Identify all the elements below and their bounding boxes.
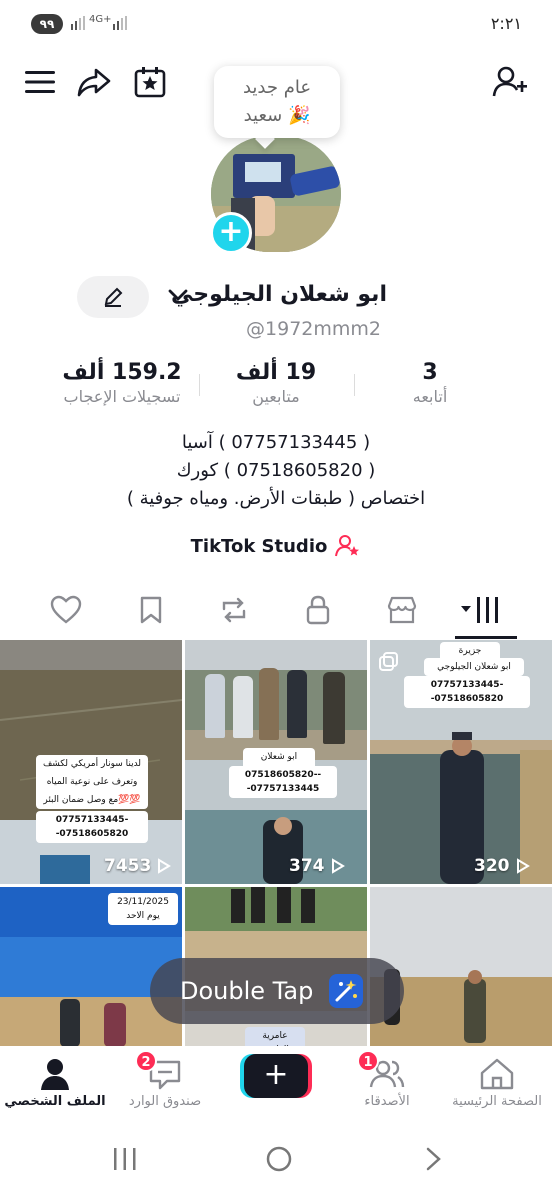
back-icon[interactable] [424, 1146, 444, 1172]
double-tap-label: Double Tap [180, 977, 314, 1005]
video-caption: عامرية الفلوجة [245, 1027, 305, 1047]
add-avatar-button[interactable]: + [210, 212, 252, 254]
followers-count: 19 ألف [235, 360, 317, 385]
nav-home-label: الصفحة الرئيسية [452, 1094, 542, 1109]
active-tab-indicator [455, 636, 517, 639]
battery-indicator: ٩٩ [31, 14, 63, 34]
create-button[interactable]: + [244, 1054, 308, 1098]
magic-wand-icon [329, 974, 364, 1008]
stat-divider [199, 374, 200, 396]
play-icon [331, 858, 345, 874]
likes-count: 159.2 ألف [62, 360, 182, 385]
display-name[interactable]: ابو شعلان الجيلوجي [171, 282, 387, 307]
play-icon [158, 858, 172, 874]
double-tap-toast: Double Tap [150, 958, 404, 1024]
bio-line: ( 07757133445 ) آسيا [181, 432, 371, 453]
bio-line: ( 07518605820 ) كورك [176, 460, 376, 481]
following-stat[interactable]: 3 أتابعه [355, 360, 505, 406]
calendar-star-icon[interactable] [132, 64, 168, 100]
video-caption: 23/11/2025 يوم الاحد [108, 893, 178, 925]
username-handle: @1972mmm2 [246, 318, 381, 340]
new-year-bubble: عام جديد سعيد 🎉 [214, 66, 340, 138]
likes-label: تسجيلات الإعجاب [63, 387, 181, 406]
menu-icon[interactable] [22, 64, 58, 100]
reposts-tab-repost-icon[interactable] [214, 590, 254, 630]
signal-icon [70, 16, 86, 33]
view-count: 320 [474, 856, 530, 876]
tiktok-studio-link[interactable]: TikTok Studio [0, 534, 552, 558]
followers-label: متابعين [252, 387, 300, 406]
video-thumbnail[interactable]: جزيرة سامراء ابو شعلان الجيلوجي 07757133… [370, 640, 552, 884]
view-count: 374 [289, 856, 345, 876]
nav-profile-label: الملف الشخصي [4, 1094, 106, 1109]
network-type-label: 4G+ [89, 14, 112, 25]
signal-icon-2 [112, 16, 128, 33]
friends-badge: 1 [357, 1050, 379, 1072]
person-figure [205, 674, 225, 738]
view-count-value: 7453 [104, 856, 152, 876]
view-count: 7453 [104, 856, 172, 876]
video-thumbnail[interactable]: ابو شعلان الجيلوجي 07518605820---0775713… [185, 640, 367, 884]
system-navigation-bar [0, 1130, 552, 1196]
nav-profile[interactable]: الملف الشخصي [0, 1054, 110, 1109]
nav-friends[interactable]: الأصدقاء [332, 1054, 442, 1109]
edit-profile-button[interactable] [77, 276, 149, 318]
inbox-badge: 2 [135, 1050, 157, 1072]
stat-divider [354, 374, 355, 396]
person-figure [259, 668, 279, 740]
home-icon [480, 1058, 514, 1090]
creator-star-icon [335, 535, 360, 557]
person-figure [287, 670, 307, 738]
view-count-value: 374 [289, 856, 325, 876]
video-thumbnail[interactable]: لدينا سونار أمريكي لكشف المياه الجوفية و… [0, 640, 182, 884]
shop-tab-store-icon[interactable] [382, 590, 422, 630]
play-icon [516, 858, 530, 874]
nav-inbox[interactable]: صندوق الوارد [110, 1054, 220, 1109]
video-caption: ابو شعلان الجيلوجي [424, 658, 524, 676]
private-tab-lock-icon[interactable] [298, 590, 338, 630]
videos-tab-grid-icon[interactable] [458, 590, 506, 630]
nav-inbox-label: صندوق الوارد [128, 1094, 202, 1109]
nav-home[interactable]: الصفحة الرئيسية [442, 1054, 552, 1109]
likes-stat[interactable]: 159.2 ألف تسجيلات الإعجاب [47, 360, 197, 406]
followers-stat[interactable]: 19 ألف متابعين [201, 360, 351, 406]
studio-label: TikTok Studio [190, 535, 328, 557]
view-count-value: 320 [474, 856, 510, 876]
liked-tab-heart-icon[interactable] [46, 590, 86, 630]
bubble-line-1: عام جديد [242, 77, 312, 98]
video-thumbnail[interactable]: 23/11/2025 يوم الاحد [0, 887, 182, 1047]
bio-line: اختصاص ( طبقات الأرض. ومياه جوفية ) [126, 488, 426, 509]
person-figure [233, 676, 253, 738]
video-caption: 07757133445--07518605820 [36, 811, 148, 843]
following-count: 3 [422, 360, 438, 385]
video-thumbnail[interactable] [370, 887, 552, 1047]
status-time: ٢:٢١ [490, 14, 522, 33]
video-caption: مع وصل ضمان البئر💯💯 [36, 791, 148, 809]
bubble-line-2: سعيد 🎉 [243, 105, 311, 126]
favorites-tab-bookmark-icon[interactable] [131, 590, 171, 630]
add-friend-icon[interactable] [492, 64, 528, 100]
video-caption: 07518605820---07757133445 [229, 766, 337, 798]
person-figure [323, 672, 345, 744]
following-label: أتابعه [412, 387, 448, 406]
share-icon[interactable] [76, 64, 112, 100]
recent-apps-icon[interactable] [112, 1146, 138, 1172]
profile-icon [41, 1059, 69, 1090]
multi-photo-icon [379, 652, 398, 671]
video-caption: 07757133445--07518605820 [404, 676, 530, 708]
home-button-icon[interactable] [264, 1144, 294, 1174]
pencil-icon [104, 287, 123, 307]
nav-friends-label: الأصدقاء [364, 1094, 410, 1109]
